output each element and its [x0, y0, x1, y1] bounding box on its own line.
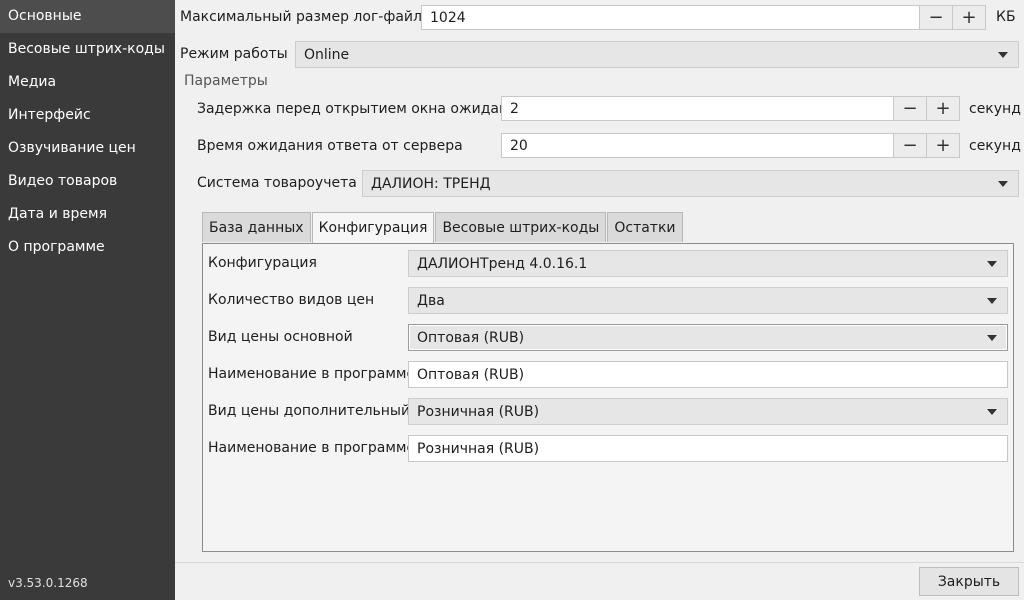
chevron-down-icon — [987, 408, 997, 415]
sidebar-item-product-video[interactable]: Видео товаров — [0, 165, 175, 198]
delay-input[interactable]: 2 — [502, 101, 893, 117]
main-name-label: Наименование в программе — [208, 366, 416, 382]
timeout-decrement-button[interactable]: − — [893, 134, 926, 157]
extra-name-label: Наименование в программе — [208, 440, 416, 456]
max-log-label: Максимальный размер лог-файла — [180, 9, 431, 25]
delay-unit: секунд — [969, 101, 1021, 117]
sidebar-item-media[interactable]: Медиа — [0, 66, 175, 99]
delay-label: Задержка перед открытием окна ожидания — [197, 101, 526, 117]
main-panel: Максимальный размер лог-файла 1024 − + К… — [175, 0, 1024, 600]
max-log-decrement-button[interactable]: − — [919, 6, 952, 29]
tab-weight-barcodes[interactable]: Весовые штрих-коды — [435, 212, 607, 242]
configuration-select-value: ДАЛИОНТренд 4.0.16.1 — [417, 255, 588, 272]
timeout-increment-button[interactable]: + — [926, 134, 959, 157]
max-log-input[interactable]: 1024 — [422, 10, 919, 26]
price-count-select-value: Два — [417, 292, 445, 309]
system-select[interactable]: ДАЛИОН: ТРЕНД — [362, 170, 1019, 197]
main-price-select[interactable]: Оптовая (RUB) — [408, 324, 1008, 351]
close-button[interactable]: Закрыть — [919, 567, 1019, 596]
sidebar-item-date-time[interactable]: Дата и время — [0, 198, 175, 231]
chevron-down-icon — [987, 334, 997, 341]
sidebar: Основные Весовые штрих-коды Медиа Интерф… — [0, 0, 175, 600]
footer-divider — [175, 562, 1024, 563]
delay-increment-button[interactable]: + — [926, 97, 959, 120]
sidebar-item-about[interactable]: О программе — [0, 231, 175, 264]
timeout-label: Время ожидания ответа от сервера — [197, 138, 463, 154]
delay-spinbox: 2 − + — [501, 96, 960, 121]
main-price-select-value: Оптовая (RUB) — [417, 329, 525, 346]
extra-price-select[interactable]: Розничная (RUB) — [408, 398, 1008, 425]
extra-price-label: Вид цены дополнительный — [208, 403, 411, 419]
timeout-spinbox: 20 − + — [501, 133, 960, 158]
max-log-increment-button[interactable]: + — [952, 6, 985, 29]
chevron-down-icon — [998, 180, 1008, 187]
sidebar-item-weight-barcodes[interactable]: Весовые штрих-коды — [0, 33, 175, 66]
tab-stock[interactable]: Остатки — [607, 212, 683, 242]
mode-select[interactable]: Online — [295, 41, 1019, 68]
params-group-title: Параметры — [184, 73, 268, 89]
extra-name-input[interactable]: Розничная (RUB) — [408, 435, 1008, 462]
timeout-unit: секунд — [969, 138, 1021, 154]
extra-price-select-value: Розничная (RUB) — [417, 403, 540, 420]
version-label: v3.53.0.1268 — [8, 576, 88, 590]
max-log-unit: КБ — [996, 9, 1016, 25]
timeout-input[interactable]: 20 — [502, 138, 893, 154]
chevron-down-icon — [998, 51, 1008, 58]
configuration-label: Конфигурация — [208, 255, 317, 271]
sidebar-item-interface[interactable]: Интерфейс — [0, 99, 175, 132]
system-label: Система товароучета — [197, 175, 357, 191]
max-log-spinbox: 1024 − + — [421, 5, 986, 30]
sidebar-item-price-voice[interactable]: Озвучивание цен — [0, 132, 175, 165]
tab-database[interactable]: База данных — [202, 212, 311, 242]
price-count-select[interactable]: Два — [408, 287, 1008, 314]
price-count-label: Количество видов цен — [208, 292, 375, 308]
mode-label: Режим работы — [180, 46, 288, 62]
sidebar-item-general[interactable]: Основные — [0, 0, 175, 33]
system-select-value: ДАЛИОН: ТРЕНД — [371, 175, 491, 192]
tab-bar: База данных Конфигурация Весовые штрих-к… — [202, 212, 684, 243]
mode-select-value: Online — [304, 46, 350, 63]
chevron-down-icon — [987, 260, 997, 267]
configuration-panel: Конфигурация ДАЛИОНТренд 4.0.16.1 Количе… — [202, 243, 1014, 552]
tab-configuration[interactable]: Конфигурация — [311, 212, 435, 243]
chevron-down-icon — [987, 297, 997, 304]
configuration-select[interactable]: ДАЛИОНТренд 4.0.16.1 — [408, 250, 1008, 277]
main-price-label: Вид цены основной — [208, 329, 353, 345]
delay-decrement-button[interactable]: − — [893, 97, 926, 120]
main-name-input[interactable]: Оптовая (RUB) — [408, 361, 1008, 388]
